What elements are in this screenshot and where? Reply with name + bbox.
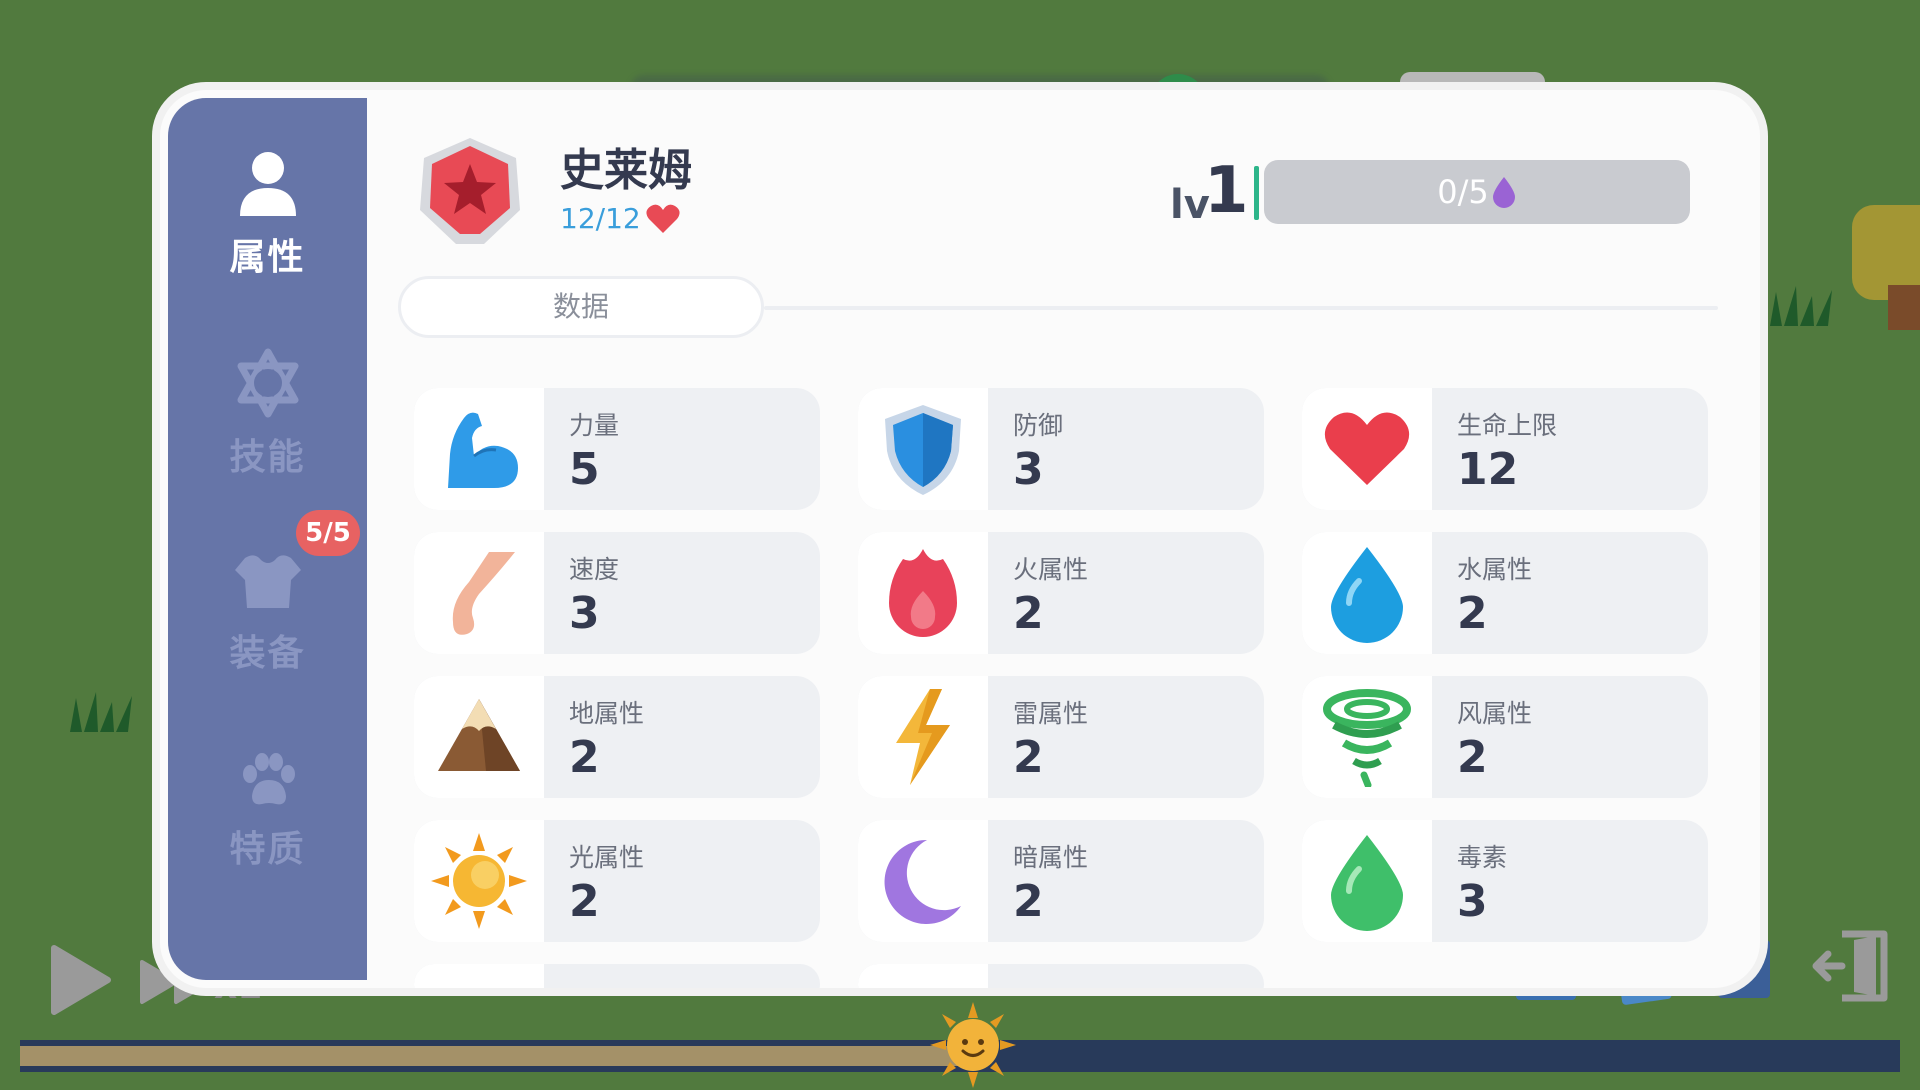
- timeline-progress: [20, 1046, 960, 1066]
- stat-label: 地属性: [569, 699, 645, 728]
- stat-value: 2: [1457, 588, 1488, 639]
- stat-card-max-hp: 生命上限 12: [1302, 388, 1708, 510]
- person-icon: [239, 152, 296, 216]
- character-name: 史莱姆: [560, 145, 692, 196]
- lightning-icon: [896, 689, 950, 785]
- stat-value: 2: [1457, 732, 1488, 783]
- hp-value: 12/12: [560, 202, 641, 235]
- hp-display: 12/12: [560, 202, 681, 235]
- tree-trunk: [1888, 285, 1920, 330]
- heart-icon: [646, 204, 680, 233]
- purple-drop-icon: [1492, 177, 1515, 208]
- stat-label: 雷属性: [1013, 699, 1089, 728]
- sidebar-item-attributes[interactable]: 属性: [168, 148, 367, 280]
- tab-divider: [764, 306, 1718, 310]
- leg-icon: [452, 552, 515, 635]
- stat-card-wind: 风属性 2: [1302, 676, 1708, 798]
- sidebar-item-equipment[interactable]: 装备: [168, 550, 367, 676]
- stat-label: 风属性: [1457, 699, 1533, 728]
- mountain-icon: [438, 699, 520, 771]
- stat-card-fire: 火属性 2: [858, 532, 1264, 654]
- stat-value: 5: [569, 444, 600, 495]
- flexed-arm-icon: [448, 412, 518, 488]
- stat-value: 12: [1457, 444, 1519, 495]
- sidebar-item-label: 技能: [229, 437, 306, 478]
- armor-icon: [234, 555, 301, 608]
- paw-icon: [242, 753, 295, 805]
- stat-value: 2: [1013, 588, 1044, 639]
- stat-card-dark: 暗属性 2: [858, 820, 1264, 942]
- stat-value: 3: [569, 588, 600, 639]
- heart-icon: [1324, 412, 1410, 485]
- sun-icon: [431, 833, 527, 929]
- stat-label: 力量: [569, 411, 620, 440]
- stat-value: 3: [1457, 876, 1488, 927]
- level-value: 1: [1204, 154, 1249, 228]
- stat-card-partial: [414, 964, 820, 988]
- exp-bar: 0/5: [1264, 160, 1690, 224]
- stat-label: 暗属性: [1013, 843, 1089, 872]
- sidebar-item-label: 属性: [229, 237, 306, 278]
- stat-label: 生命上限: [1457, 411, 1558, 440]
- stat-card-poison: 毒素 3: [1302, 820, 1708, 942]
- sidebar-item-label: 特质: [229, 829, 306, 870]
- stat-value: 2: [569, 732, 600, 783]
- shield-icon: [885, 405, 961, 495]
- stat-label: 光属性: [569, 843, 645, 872]
- tab-data[interactable]: 数据: [398, 276, 764, 338]
- red-star-badge-icon: [420, 138, 520, 244]
- sidebar-item-skills[interactable]: 技能: [168, 348, 367, 480]
- grass-icon: [1770, 286, 1832, 326]
- stat-label: 防御: [1013, 411, 1064, 440]
- stat-card-strength: 力量 5: [414, 388, 820, 510]
- stat-card-earth: 地属性 2: [414, 676, 820, 798]
- sidebar-item-label: 装备: [229, 633, 306, 674]
- stat-card-speed: 速度 3: [414, 532, 820, 654]
- grass-icon: [70, 692, 132, 732]
- stat-card-defense: 防御 3: [858, 388, 1264, 510]
- sun-face-icon: [930, 1002, 1016, 1088]
- tornado-icon: [1323, 689, 1411, 787]
- star-of-david-icon: [237, 348, 298, 418]
- moon-icon: [884, 839, 961, 924]
- stat-value: 2: [569, 876, 600, 927]
- stat-label: 毒素: [1457, 843, 1508, 872]
- exit-icon[interactable]: [1812, 926, 1890, 1006]
- character-panel: 属性 技能 装备 特质 5/5 史莱姆 12/12 lv 1 0/5 数据 力量…: [160, 90, 1760, 988]
- stat-card-thunder: 雷属性 2: [858, 676, 1264, 798]
- stat-card-partial: [858, 964, 1264, 988]
- stat-value: 3: [1013, 444, 1044, 495]
- poison-drop-icon: [1331, 835, 1403, 931]
- stat-label: 火属性: [1013, 555, 1089, 584]
- stat-label: 水属性: [1457, 555, 1533, 584]
- sidebar-item-traits[interactable]: 特质: [168, 750, 367, 872]
- water-drop-icon: [1331, 547, 1403, 643]
- exp-text: 0/5: [1437, 173, 1489, 211]
- stat-card-light: 光属性 2: [414, 820, 820, 942]
- fire-icon: [889, 549, 957, 637]
- play-button[interactable]: [48, 944, 113, 1016]
- stat-label: 速度: [569, 555, 620, 584]
- equipment-count-badge: 5/5: [296, 510, 360, 556]
- stat-value: 2: [1013, 876, 1044, 927]
- stat-card-water: 水属性 2: [1302, 532, 1708, 654]
- stat-value: 2: [1013, 732, 1044, 783]
- exp-bar-marker: [1254, 166, 1259, 220]
